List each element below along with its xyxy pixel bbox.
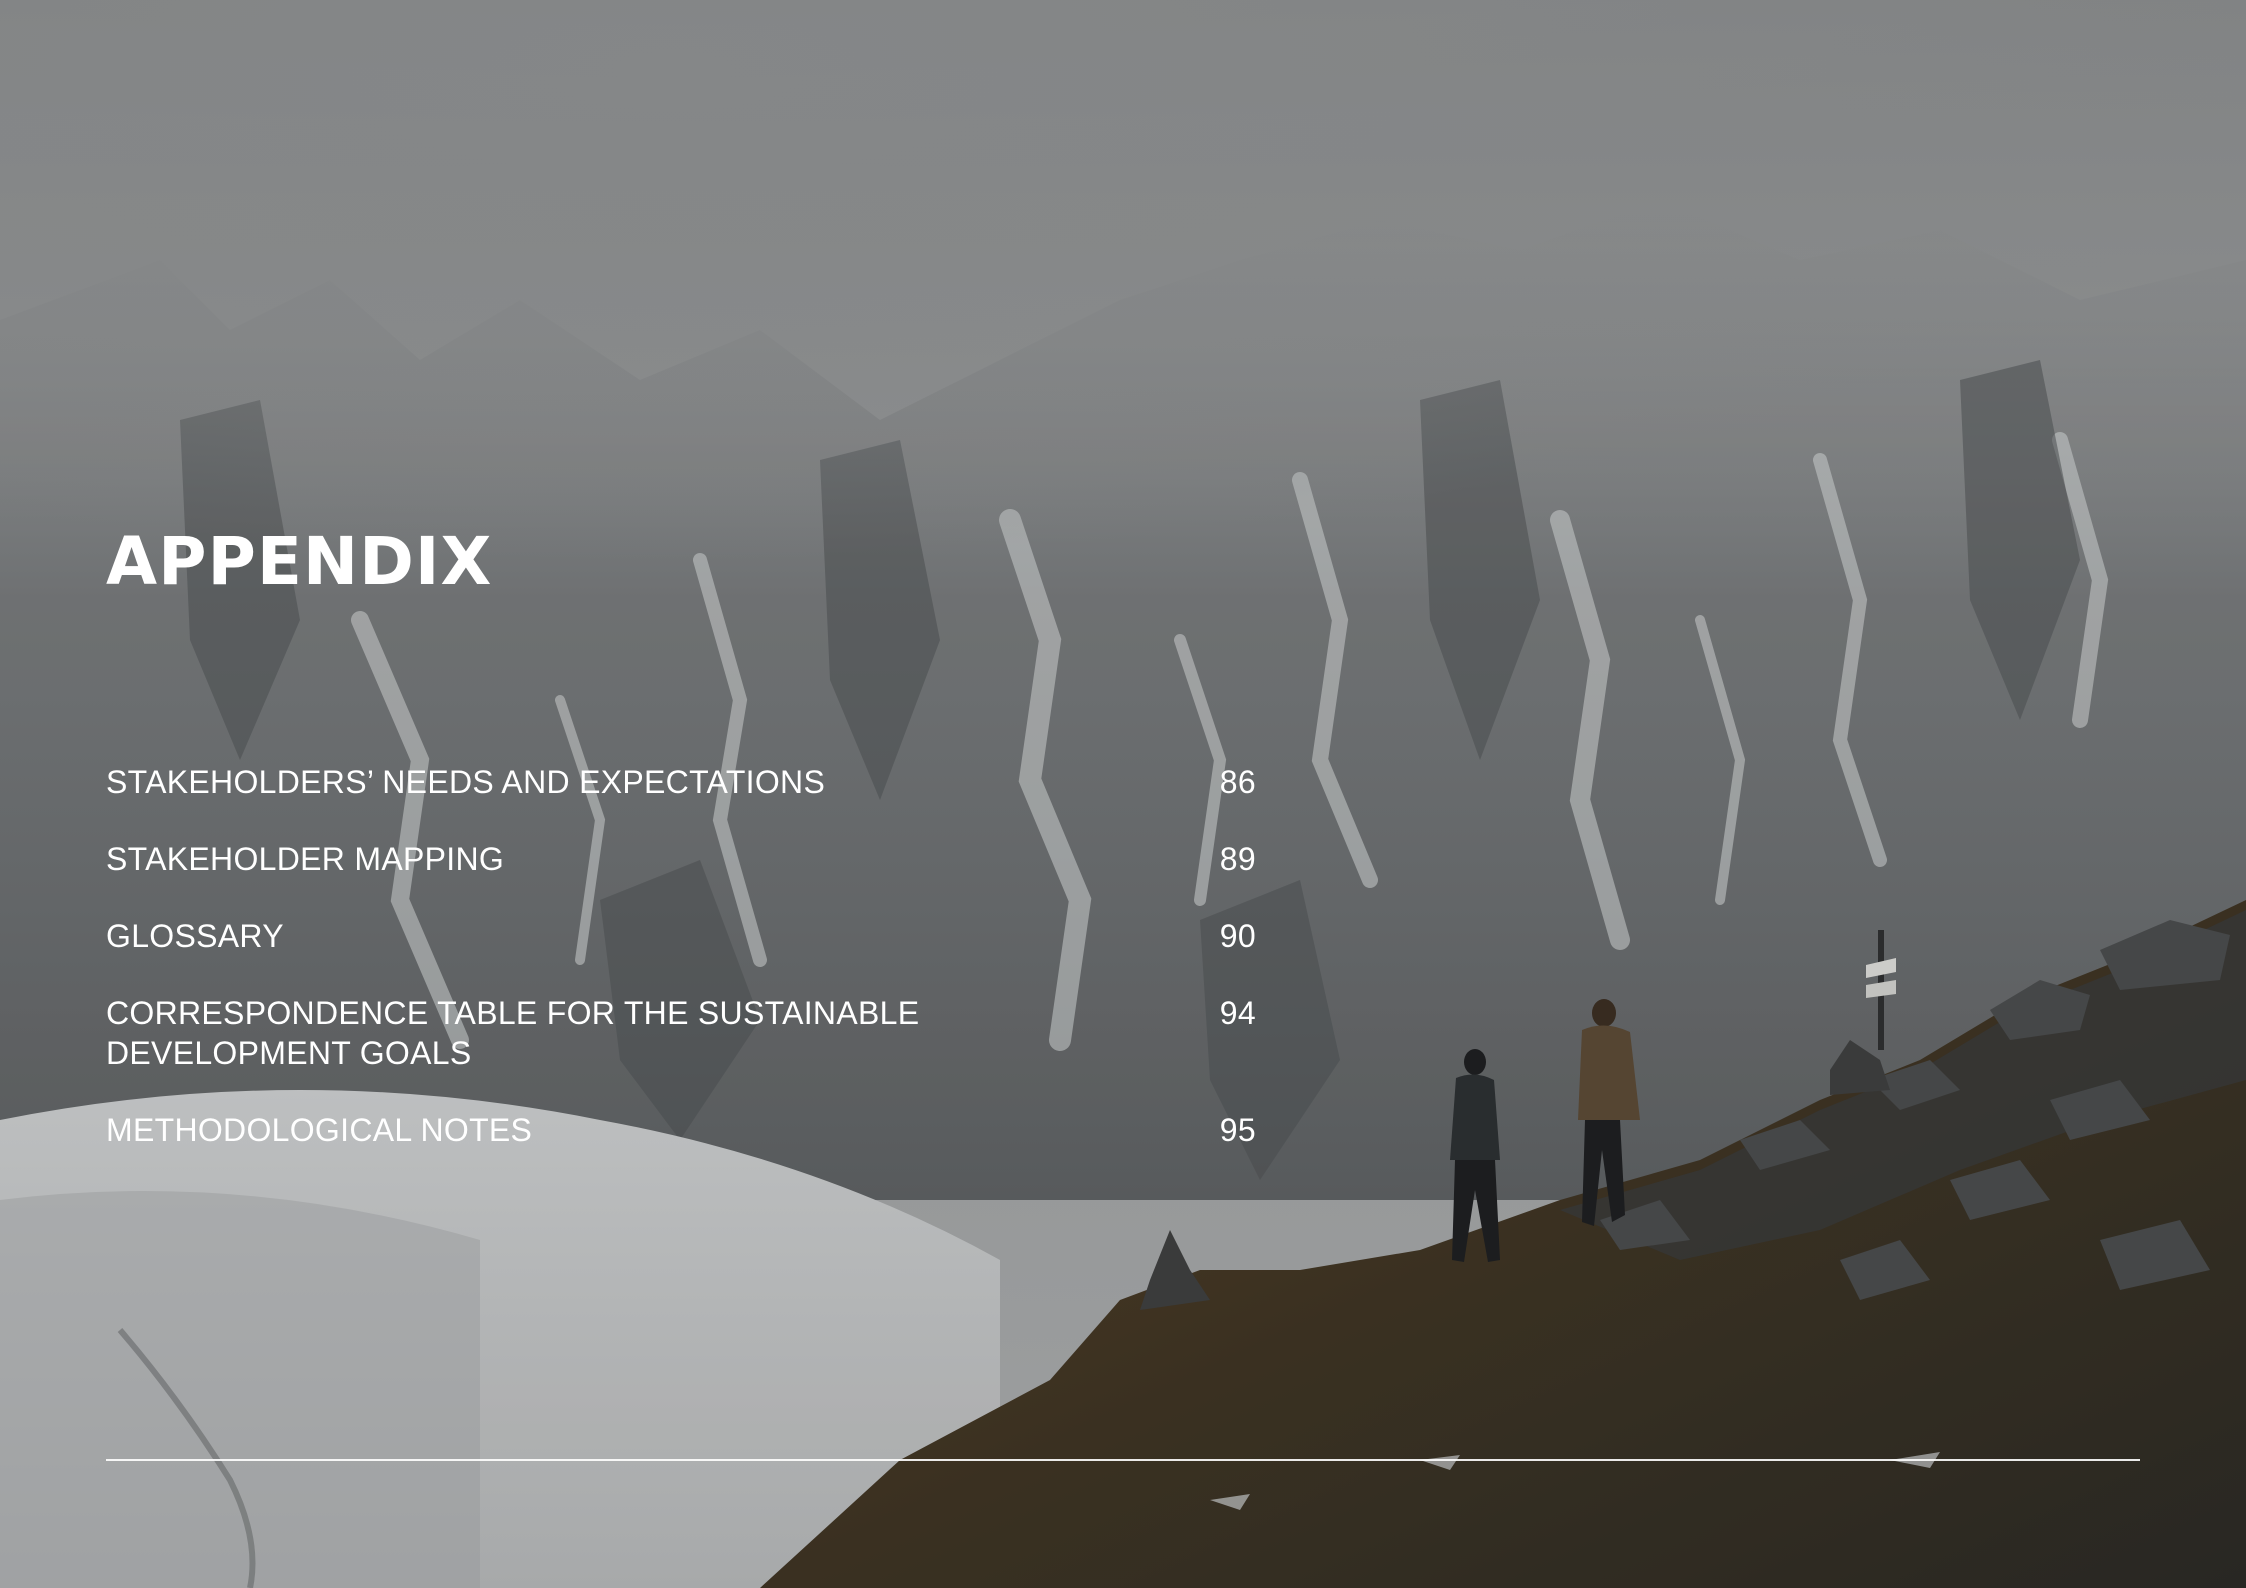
page-title: APPENDIX [106,523,493,600]
toc-entry-title: STAKEHOLDERS’ NEEDS AND EXPECTATIONS [106,764,826,800]
toc-entry[interactable]: CORRESPONDENCE TABLE FOR THE SUSTAINABLE… [106,993,1256,1073]
toc-entry-page: 94 [1219,995,1256,1031]
toc-entry[interactable]: STAKEHOLDERS’ NEEDS AND EXPECTATIONS 86 [106,762,1256,802]
table-of-contents: STAKEHOLDERS’ NEEDS AND EXPECTATIONS 86 … [106,762,1256,1187]
toc-entry[interactable]: STAKEHOLDER MAPPING 89 [106,839,1256,879]
appendix-page: APPENDIX STAKEHOLDERS’ NEEDS AND EXPECTA… [0,0,2246,1588]
toc-entry[interactable]: GLOSSARY 90 [106,916,1256,956]
footer-divider [106,1459,2140,1461]
toc-entry-title: GLOSSARY [106,918,284,954]
toc-entry-page: 95 [1219,1112,1256,1148]
toc-entry-page: 89 [1219,841,1256,877]
toc-entry-page: 86 [1219,764,1256,800]
toc-entry[interactable]: METHODOLOGICAL NOTES 95 [106,1110,1256,1150]
toc-entry-title: CORRESPONDENCE TABLE FOR THE SUSTAINABLE… [106,995,920,1071]
toc-entry-page: 90 [1219,918,1256,954]
toc-entry-title: METHODOLOGICAL NOTES [106,1112,533,1148]
toc-entry-title: STAKEHOLDER MAPPING [106,841,505,877]
